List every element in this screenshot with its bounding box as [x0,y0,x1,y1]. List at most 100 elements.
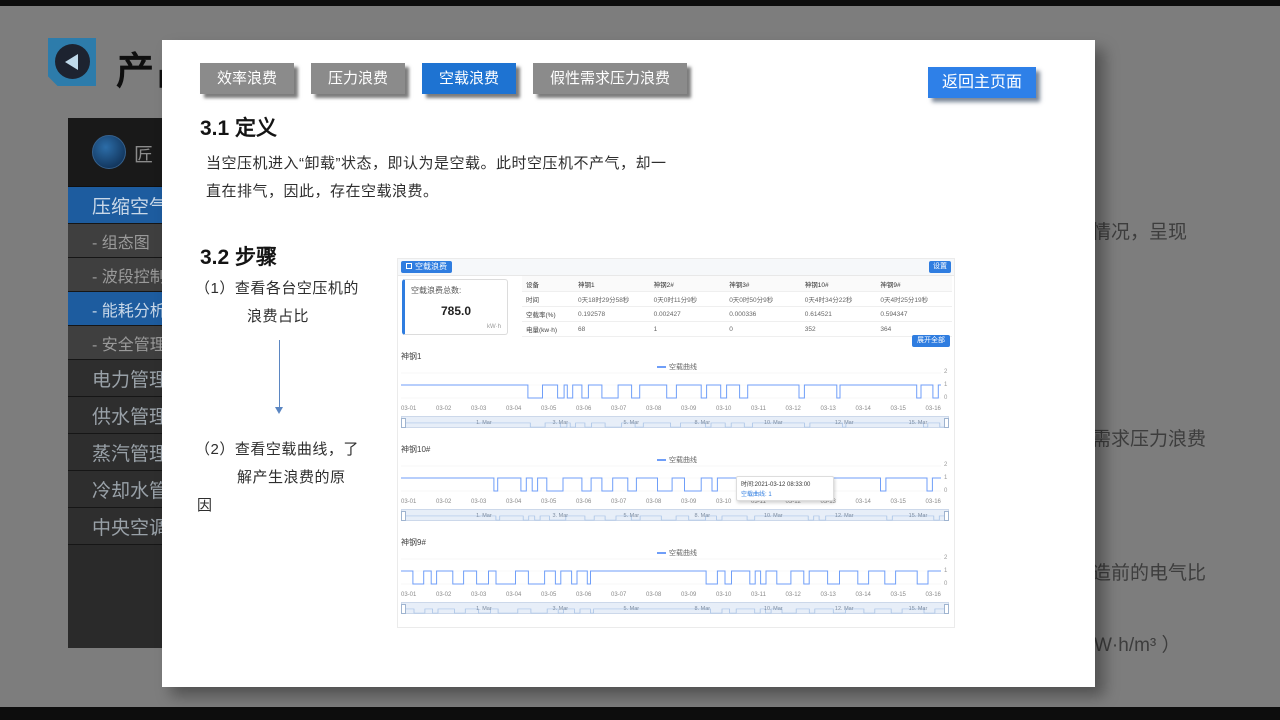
chart-brush[interactable]: 1. Mar3. Mar5. Mar8. Mar10. Mar12. Mar15… [401,416,949,428]
y-axis-tick: 0 [944,395,954,401]
table-row: 电量(kw·h)6810352364 [522,322,952,337]
brush-handle-left[interactable] [401,418,406,428]
table-cell: 364 [876,326,952,333]
tooltip-series-value: 空载曲线: 1 [741,489,829,498]
x-axis-tick: 03-11 [751,406,766,412]
dashboard-screenshot: 空载浪费 设置 空载浪费总数: 785.0 kW·h 设备神钢1神钢2#神钢3#… [397,258,955,628]
background-text-fragment: W·h/m³ ） [1094,630,1181,657]
y-axis-tick: 0 [944,581,954,587]
step2-text-line2: 解产生浪费的原 [237,466,346,487]
x-axis-tick: 03-02 [436,499,451,505]
tab-压力浪费[interactable]: 压力浪费 [311,63,405,94]
x-axis: 03-0103-0203-0303-0403-0503-0603-0703-08… [401,406,941,412]
idle-curve-chart [401,465,941,497]
table-cell: 68 [574,326,650,333]
legend-line-icon [657,366,666,368]
x-axis-tick: 03-05 [541,406,556,412]
x-axis-tick: 03-03 [471,406,486,412]
idle-curve-chart [401,372,941,404]
idle-waste-badge: 空载浪费 [401,261,452,273]
brush-handle-right[interactable] [944,604,949,614]
x-axis-tick: 03-15 [891,406,906,412]
x-axis-tick: 03-09 [681,592,696,598]
x-axis-tick: 03-01 [401,406,416,412]
y-axis-tick: 0 [944,488,954,494]
summary-card-label: 空载浪费总数: [411,285,461,296]
x-axis-tick: 03-15 [891,499,906,505]
chart-tooltip: 时间:2021-03-12 08:33:00 空载曲线: 1 [736,476,834,501]
table-cell: 0天18时29分58秒 [574,294,650,304]
x-axis-tick: 03-12 [786,406,801,412]
brush-handle-left[interactable] [401,604,406,614]
y-axis-tick: 2 [944,369,954,375]
expand-all-button[interactable]: 展开全部 [912,335,950,347]
brush-label: 5. Mar [624,420,640,426]
step1-text: （1）查看各台空压机的 [195,277,359,298]
summary-card: 空载浪费总数: 785.0 kW·h [402,279,508,335]
tab-空载浪费[interactable]: 空载浪费 [422,63,516,94]
x-axis-tick: 03-16 [926,406,941,412]
back-arrow-icon [55,44,90,79]
brush-label: 3. Mar [553,513,569,519]
x-axis-tick: 03-08 [646,499,661,505]
brush-handle-left[interactable] [401,511,406,521]
x-axis-tick: 03-06 [576,406,591,412]
bottom-letterbox-bar [0,707,1280,720]
table-cell: 0天4时25分19秒 [876,294,952,304]
chart-section: 神钢9# 空载曲线 210 03-0103-0203-0303-0403-050… [398,537,956,630]
steps-heading: 3.2 步骤 [200,241,277,271]
chart-section: 神钢1 空载曲线 210 03-0103-0203-0303-0403-0503… [398,351,956,444]
tab-效率浪费[interactable]: 效率浪费 [200,63,294,94]
table-header-cell: 神钢10# [801,279,877,289]
brush-label: 12. Mar [835,513,854,519]
x-axis-tick: 03-10 [716,406,731,412]
x-axis-tick: 03-02 [436,406,451,412]
x-axis-tick: 03-14 [856,592,871,598]
x-axis-tick: 03-04 [506,406,521,412]
tooltip-time: 时间:2021-03-12 08:33:00 [741,479,829,488]
y-axis-tick: 2 [944,462,954,468]
x-axis-tick: 03-08 [646,406,661,412]
table-cell: 0.002427 [650,311,726,318]
x-axis-tick: 03-04 [506,592,521,598]
brush-handle-right[interactable] [944,418,949,428]
step2-text: （2）查看空载曲线，了 [195,438,359,459]
table-header-cell: 神钢3# [725,279,801,289]
return-home-button[interactable]: 返回主页面 [928,67,1036,98]
definition-text-line2: 直在排气，因此，存在空载浪费。 [206,180,439,201]
brush-label: 1. Mar [476,513,492,519]
chart-title: 神钢1 [401,351,421,362]
table-cell: 0天0时11分9秒 [650,294,726,304]
dash-table: 设备神钢1神钢2#神钢3#神钢10#神钢9#时间0天18时29分58秒0天0时1… [522,276,952,337]
chart-brush[interactable]: 1. Mar3. Mar5. Mar8. Mar10. Mar12. Mar15… [401,509,949,521]
brush-label: 5. Mar [624,513,640,519]
background-text-fragment: 情况，呈现 [1092,217,1187,244]
idle-curve-line [401,478,941,491]
brush-label: 12. Mar [835,420,854,426]
brush-label: 10. Mar [764,606,783,612]
brush-label: 1. Mar [476,420,492,426]
x-axis-tick: 03-14 [856,499,871,505]
table-cell: 0.614521 [801,311,877,318]
tab-假性需求压力浪费[interactable]: 假性需求压力浪费 [533,63,687,94]
brush-label: 12. Mar [835,606,854,612]
definition-heading: 3.1 定义 [200,112,277,142]
chart-brush[interactable]: 1. Mar3. Mar5. Mar8. Mar10. Mar12. Mar15… [401,602,949,614]
chart-legend: 空载曲线 [398,548,956,558]
y-axis-tick: 1 [944,382,954,388]
x-axis-tick: 03-05 [541,592,556,598]
background-text-fragment: 造前的电气比 [1092,558,1206,585]
x-axis-tick: 03-11 [751,592,766,598]
x-axis-tick: 03-14 [856,406,871,412]
table-header-cell: 神钢9# [876,279,952,289]
step1-text-line2: 浪费占比 [247,305,309,326]
y-axis-tick: 1 [944,475,954,481]
charts-area: 神钢1 空载曲线 210 03-0103-0203-0303-0403-0503… [398,351,956,630]
idle-curve-chart [401,558,941,590]
table-row-label: 电量(kw·h) [522,324,574,334]
chart-title: 神钢9# [401,537,426,548]
x-axis-tick: 03-03 [471,592,486,598]
settings-button[interactable]: 设置 [929,261,951,273]
brush-handle-right[interactable] [944,511,949,521]
back-button[interactable] [48,38,96,86]
